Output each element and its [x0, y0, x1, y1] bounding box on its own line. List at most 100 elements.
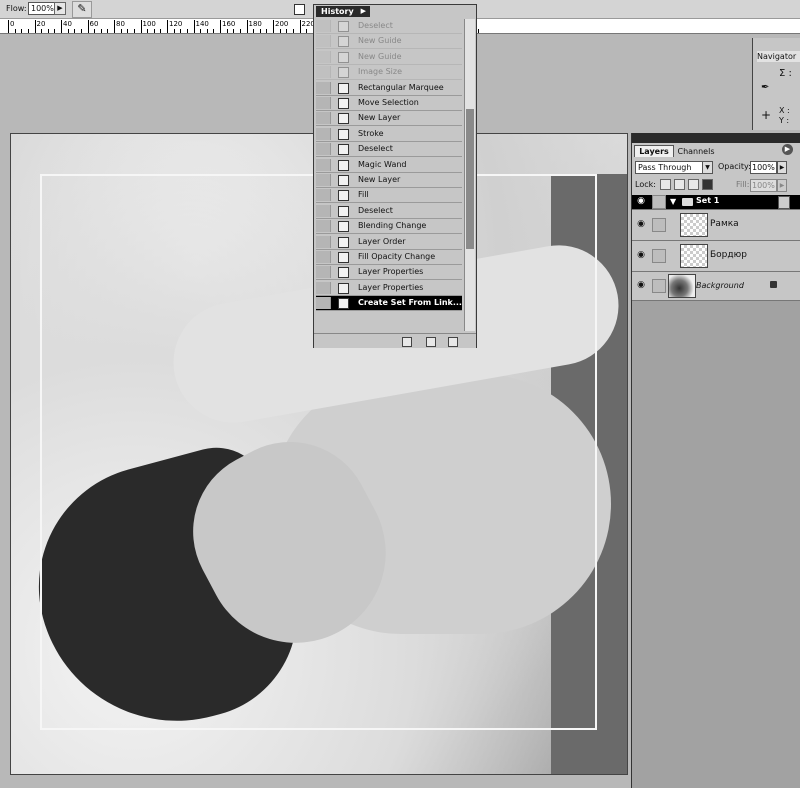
link-box[interactable]	[652, 195, 666, 209]
new-document-icon[interactable]	[402, 337, 412, 347]
snapshot-source-box[interactable]	[316, 20, 331, 32]
history-item[interactable]: Blending Change	[316, 219, 462, 235]
snapshot-source-box[interactable]	[316, 220, 331, 233]
layer-name: Бордюр	[710, 250, 747, 260]
history-item[interactable]: Create Set From Link...	[316, 296, 462, 312]
history-item-label: Fill	[358, 190, 369, 200]
snapshot-source-box[interactable]	[316, 266, 331, 279]
history-item[interactable]: Deselect	[316, 19, 462, 34]
history-item[interactable]: Layer Order	[316, 235, 462, 250]
lock-move-icon[interactable]	[688, 179, 699, 190]
eye-icon[interactable]: ◉	[635, 250, 647, 262]
history-item[interactable]: Fill Opacity Change	[316, 250, 462, 265]
flow-input[interactable]: 100%	[28, 2, 56, 15]
history-item[interactable]: Magic Wand	[316, 158, 462, 173]
lock-all-icon[interactable]	[702, 179, 713, 190]
ruler-tick	[193, 20, 195, 33]
layer-row-ramka[interactable]: ◉ Рамка	[632, 210, 800, 241]
ruler-tick	[279, 29, 281, 33]
snapshot-source-box[interactable]	[316, 235, 331, 248]
history-item-label: Deselect	[358, 21, 393, 30]
history-state-icon	[338, 190, 349, 202]
lock-brush-icon[interactable]	[674, 179, 685, 190]
history-item[interactable]: Fill	[316, 188, 462, 204]
ruler-tick	[27, 29, 29, 33]
airbrush-icon[interactable]: ✎	[72, 1, 92, 18]
history-item[interactable]: New Guide	[316, 50, 462, 65]
eye-icon[interactable]: ◉	[635, 196, 647, 208]
tab-history[interactable]: History ▶	[316, 6, 370, 17]
ruler-tick	[47, 29, 49, 33]
palette-menu-icon[interactable]: ▶	[782, 144, 793, 155]
flow-label: Flow:	[6, 4, 27, 13]
ruler-tick	[8, 20, 9, 33]
history-item[interactable]: Stroke	[316, 127, 462, 142]
snapshot-source-box[interactable]	[316, 81, 331, 94]
ruler-tick	[140, 20, 142, 33]
history-item[interactable]: New Guide	[316, 34, 462, 50]
history-item-label: Rectangular Marquee	[358, 82, 444, 92]
snapshot-source-box[interactable]	[316, 112, 331, 125]
history-item[interactable]: Image Size	[316, 65, 462, 81]
palette-well-icon[interactable]	[294, 4, 305, 15]
snapshot-source-box[interactable]	[316, 66, 331, 79]
trash-icon[interactable]	[448, 337, 458, 347]
snapshot-source-box[interactable]	[316, 204, 331, 217]
link-box[interactable]	[652, 279, 666, 293]
lock-label: Lock:	[635, 180, 656, 189]
snapshot-source-box[interactable]	[316, 174, 331, 186]
history-item[interactable]: Rectangular Marquee	[316, 81, 462, 96]
fill-input[interactable]: 100%	[750, 179, 777, 192]
snapshot-source-box[interactable]	[316, 281, 331, 294]
history-item[interactable]: Layer Properties	[316, 281, 462, 296]
layer-row-background[interactable]: ◉ Background	[632, 272, 800, 301]
history-scrollbar[interactable]	[464, 19, 475, 331]
triangle-down-icon[interactable]: ▼	[670, 197, 676, 206]
history-item[interactable]: Deselect	[316, 204, 462, 219]
snapshot-source-box[interactable]	[316, 158, 331, 171]
history-item[interactable]: Layer Properties	[316, 265, 462, 281]
history-item[interactable]: New Layer	[316, 111, 462, 127]
link-box[interactable]	[652, 249, 666, 263]
snapshot-source-box[interactable]	[316, 251, 331, 263]
ruler-tick	[233, 29, 235, 33]
chevron-down-icon[interactable]: ▼	[702, 162, 712, 173]
layer-row-set[interactable]: ◉ ▼ Set 1	[632, 195, 800, 210]
history-item[interactable]: New Layer	[316, 173, 462, 188]
history-state-icon	[338, 221, 349, 233]
history-state-icon	[338, 82, 349, 94]
opacity-arrow[interactable]: ▶	[777, 161, 787, 174]
snapshot-source-box[interactable]	[316, 143, 331, 156]
layers-tabbar: Layers Channels ▶	[632, 143, 800, 158]
history-item[interactable]: Move Selection	[316, 96, 462, 111]
history-state-icon	[338, 144, 349, 156]
camera-snapshot-icon[interactable]	[426, 337, 436, 347]
eye-icon[interactable]: ◉	[635, 280, 647, 292]
ruler-tick	[478, 29, 480, 33]
snapshot-source-box[interactable]	[316, 297, 331, 310]
snapshot-source-box[interactable]	[316, 189, 331, 202]
scroll-up-button[interactable]	[778, 196, 790, 209]
tab-navigator[interactable]: Navigator	[757, 51, 800, 62]
scroll-thumb[interactable]	[466, 109, 474, 249]
fill-arrow[interactable]: ▶	[777, 179, 787, 192]
ruler-tick	[114, 20, 115, 33]
snapshot-source-box[interactable]	[316, 97, 331, 109]
history-list: Deselect New Guide New Guide Image Size Rect…	[316, 19, 462, 331]
palette-titlebar[interactable]	[632, 133, 800, 143]
blend-mode-select[interactable]: Pass Through ▼	[635, 161, 713, 174]
lock-transparency-icon[interactable]	[660, 179, 671, 190]
snapshot-source-box[interactable]	[316, 50, 331, 63]
opacity-input[interactable]: 100%	[750, 161, 777, 174]
palette-menu-icon[interactable]: ▶	[361, 6, 366, 17]
ruler-tick	[246, 20, 248, 33]
snapshot-source-box[interactable]	[316, 35, 331, 48]
tab-channels[interactable]: Channels	[676, 146, 716, 157]
link-box[interactable]	[652, 218, 666, 232]
flow-dropdown-arrow[interactable]: ▶	[54, 2, 66, 15]
history-item[interactable]: Deselect	[316, 142, 462, 158]
eye-icon[interactable]: ◉	[635, 219, 647, 231]
layer-row-bordur[interactable]: ◉ Бордюр	[632, 241, 800, 272]
snapshot-source-box[interactable]	[316, 127, 331, 140]
ruler-tick	[74, 29, 76, 33]
